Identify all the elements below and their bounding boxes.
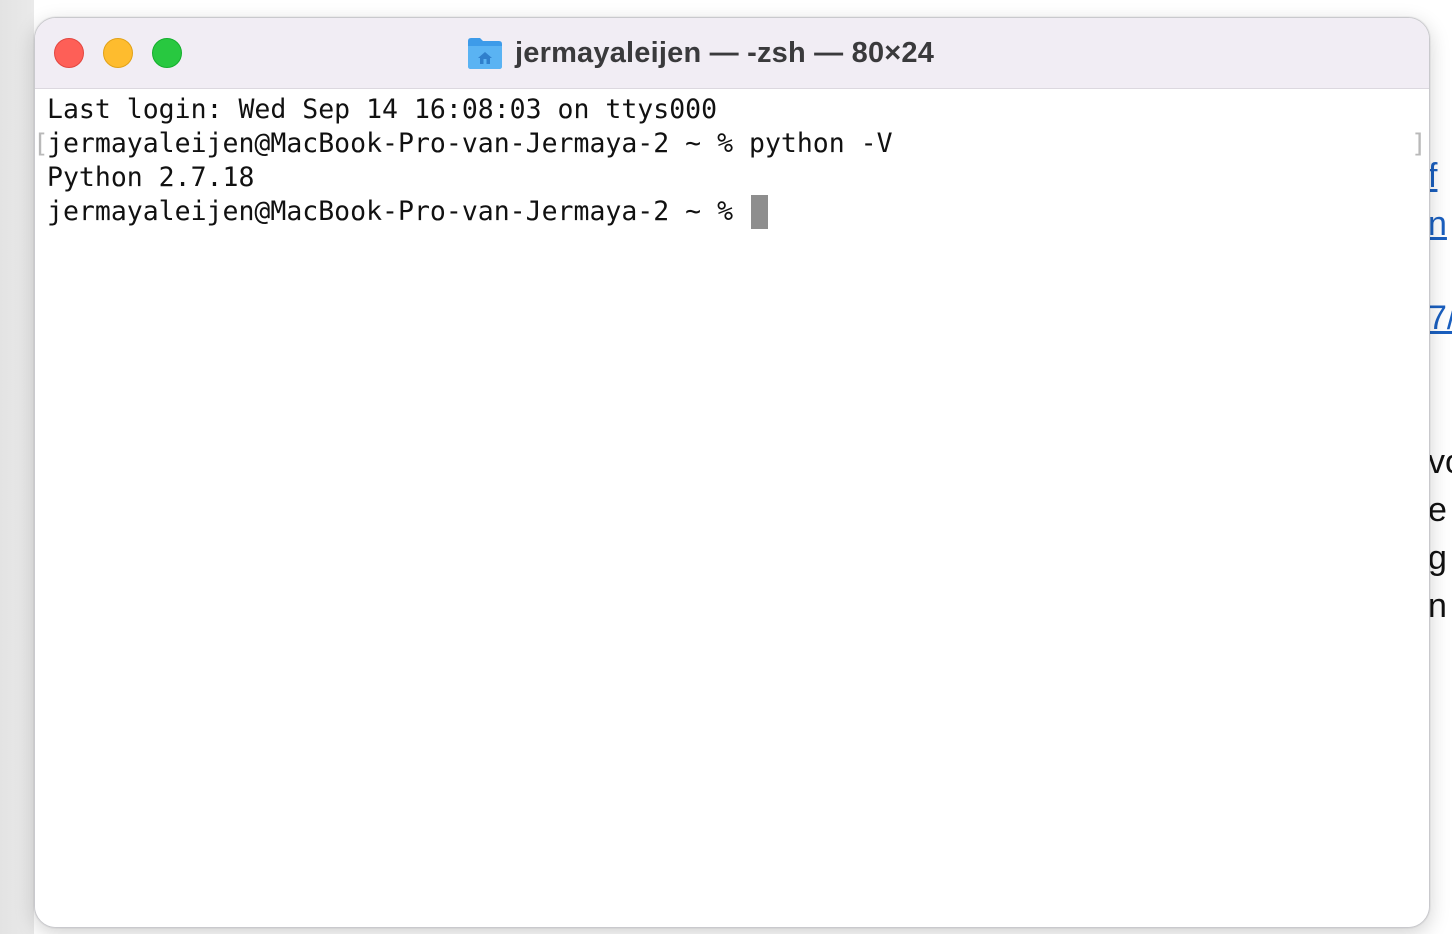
window-title: jermayaleijen — -zsh — 80×24: [515, 36, 935, 69]
title-bar[interactable]: jermayaleijen — -zsh — 80×24: [35, 18, 1429, 89]
terminal-prompt-line[interactable]: jermayaleijen@MacBook-Pro-van-Jermaya-2 …: [47, 195, 768, 229]
home-folder-icon: [467, 36, 503, 70]
terminal-window: jermayaleijen — -zsh — 80×24 [ ] Last lo…: [34, 17, 1430, 928]
background-text-fragment: vo: [1428, 443, 1452, 481]
background-text-fragment: g: [1428, 539, 1447, 577]
background-link-fragment[interactable]: 7/: [1428, 301, 1452, 335]
background-text-fragment: e: [1428, 491, 1447, 529]
window-title-group: jermayaleijen — -zsh — 80×24: [467, 33, 934, 73]
prompt-text: jermayaleijen@MacBook-Pro-van-Jermaya-2 …: [47, 196, 749, 227]
terminal-line: Last login: Wed Sep 14 16:08:03 on ttys0…: [47, 94, 718, 125]
terminal-line: jermayaleijen@MacBook-Pro-van-Jermaya-2 …: [47, 128, 893, 159]
line-mark-right: ]: [1411, 129, 1427, 159]
background-link-fragment[interactable]: n: [1428, 207, 1447, 241]
minimize-window-button[interactable]: [103, 38, 133, 68]
terminal-content[interactable]: [ ] Last login: Wed Sep 14 16:08:03 on t…: [35, 89, 1429, 927]
text-cursor: [751, 195, 768, 229]
close-window-button[interactable]: [54, 38, 84, 68]
zoom-window-button[interactable]: [152, 38, 182, 68]
terminal-line: Python 2.7.18: [47, 162, 255, 193]
background-text-fragment: n: [1428, 587, 1447, 625]
